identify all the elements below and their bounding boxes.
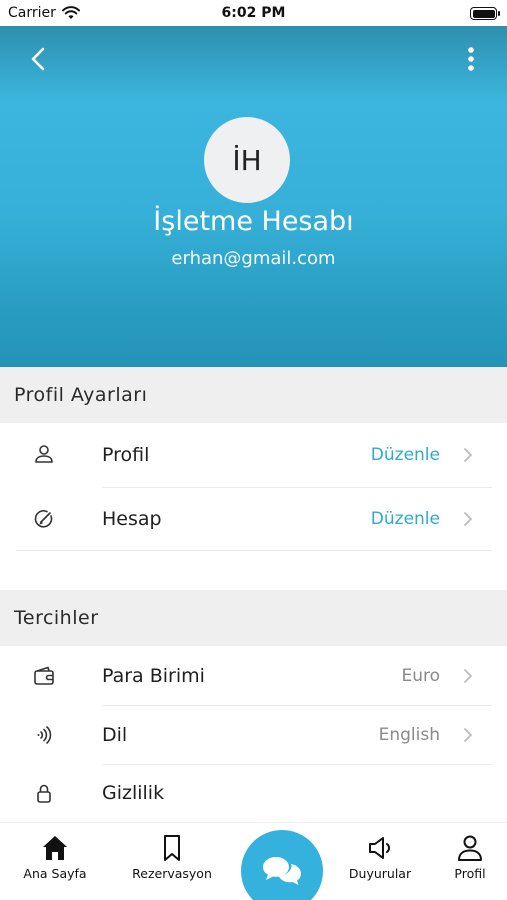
settings-row-language[interactable]: Dil English [16,706,492,764]
divider [16,550,492,551]
edit-link[interactable]: Düzenle [371,445,440,465]
megaphone-icon [369,837,390,859]
section-header-preferences: Tercihler [0,590,507,646]
user-icon [35,445,53,463]
user-icon [458,835,482,861]
battery-icon [470,7,500,20]
chat-bubbles-icon [263,857,301,885]
avatar-initials: İH [232,143,262,177]
settings-row-privacy[interactable]: Gizlilik [16,764,492,822]
tab-label: Rezervasyon [132,866,212,881]
section-header-profile-settings: Profil Ayarları [0,367,507,423]
tab-label: Profil [454,866,486,881]
settings-row-currency[interactable]: Para Birimi Euro [16,647,492,705]
settings-row-account[interactable]: Hesap Düzenle [16,490,492,548]
profile-name: İşletme Hesabı [153,206,354,237]
wallet-icon [34,666,54,685]
status-time: 6:02 PM [221,5,286,21]
avatar[interactable]: İH [204,117,290,203]
tab-home[interactable]: Ana Sayfa [20,833,90,881]
row-label: Profil [102,444,150,466]
chevron-right-icon [464,512,472,526]
row-label: Hesap [102,508,162,530]
chevron-right-icon [464,448,472,462]
chevron-right-icon [464,669,472,683]
bookmark-icon [164,835,180,861]
row-label: Gizlilik [102,782,165,804]
sound-wave-icon [37,726,52,744]
row-value: English [378,725,440,745]
status-bar: Carrier 6:02 PM [0,0,507,26]
divider [102,487,492,488]
home-icon [43,836,67,860]
more-options-icon[interactable] [463,44,479,74]
profile-email: erhan@gmail.com [171,248,336,269]
row-label: Dil [102,724,128,746]
tab-label: Ana Sayfa [23,866,87,881]
profile-header: İH İşletme Hesabı erhan@gmail.com [0,26,507,367]
back-button[interactable] [24,44,54,74]
tab-label: Duyurular [348,866,412,881]
tab-reservations[interactable]: Rezervasyon [128,833,216,881]
section-title: Tercihler [14,607,99,629]
chevron-right-icon [464,728,472,742]
lock-icon [37,784,51,803]
settings-row-profile[interactable]: Profil Düzenle [16,426,492,484]
row-value: Euro [401,666,440,686]
tab-profile[interactable]: Profil [446,833,494,881]
account-edit-icon [34,510,53,528]
row-label: Para Birimi [102,665,205,687]
edit-link[interactable]: Düzenle [371,509,440,529]
section-title: Profil Ayarları [14,384,148,406]
tab-announcements[interactable]: Duyurular [345,833,415,881]
